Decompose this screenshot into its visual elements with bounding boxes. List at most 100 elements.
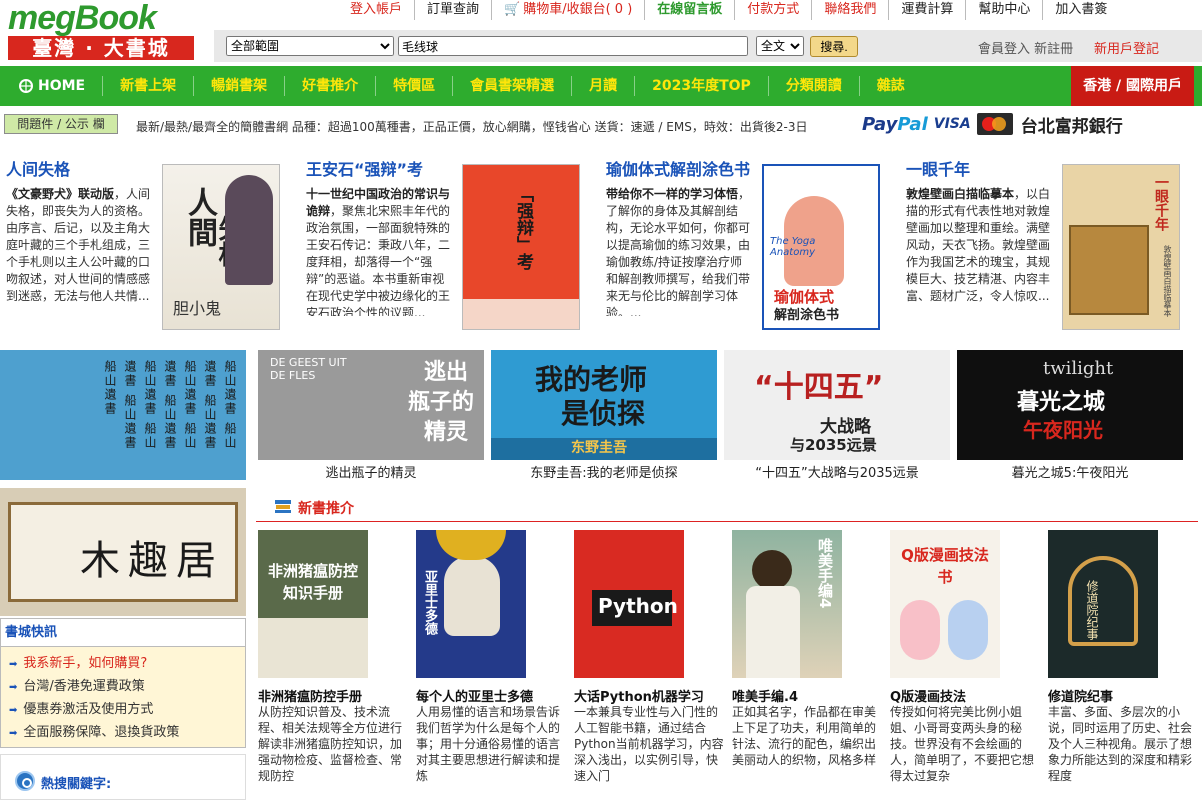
book-cover[interactable]: Python — [574, 530, 684, 678]
book-cover[interactable]: 人間 失格 胆小鬼 — [162, 164, 280, 330]
search-icon — [15, 771, 35, 791]
banner-item[interactable]: twilight 暮光之城 午夜阳光 暮光之城5:午夜阳光 — [957, 350, 1183, 481]
book-cover[interactable]: The Yoga Anatomy 瑜伽体式 解剖涂色书 — [762, 164, 880, 330]
arrow-right-icon: ➡ — [9, 659, 18, 670]
book-stack-icon — [275, 500, 291, 513]
search-scope-select[interactable]: 全部範圍 — [226, 36, 394, 56]
paypal-logo: PayPal — [862, 113, 928, 135]
bulletin-bar: 問題件 / 公示 欄 最新/最熱/最齊全的簡體書網 品種：超過100萬種書，正品… — [0, 110, 1202, 138]
news-item[interactable]: ➡ 優惠券激活及使用方式 — [9, 699, 245, 722]
new-book-title[interactable]: 修道院纪事 — [1048, 686, 1113, 705]
nav-discount[interactable]: 特價區 — [376, 76, 454, 96]
new-book-title[interactable]: 每个人的亚里士多德 — [416, 686, 533, 705]
news-item[interactable]: ➡ 我系新手，如何購買? — [9, 653, 245, 676]
new-book-desc: 传授如何将完美比例小姐姐、小哥哥变两头身的秘技。世界没有不会绘画的人，简单明了，… — [890, 705, 1035, 783]
banner-caption[interactable]: 暮光之城5:午夜阳光 — [957, 462, 1183, 481]
new-book-desc: 一本兼具专业性与入门性的人工智能书籍，通过结合Python当前机器学习，内容深入… — [574, 705, 724, 783]
book-cover[interactable]: 一眼千年 敦煌壁画白描临摹本 — [1062, 164, 1180, 330]
member-login-link[interactable]: 會員登入 新註冊 — [978, 38, 1073, 57]
book-cover[interactable]: 「强辩」考 — [462, 164, 580, 330]
bulletin-button[interactable]: 問題件 / 公示 欄 — [4, 114, 118, 134]
search-type-select[interactable]: 全文 — [756, 36, 804, 56]
banner-caption[interactable]: “十四五”大战略与2035远景 — [724, 462, 950, 481]
link-order-query[interactable]: 訂單查詢 — [415, 0, 493, 20]
new-book-desc: 从防控知识普及、技术流程、相关法规等全方位进行解读非洲猪瘟防控知识，加强动物检疫… — [258, 705, 403, 783]
book-cover[interactable]: Q版漫画技法书 — [890, 530, 1000, 678]
featured-desc: 十一世纪中国政治的常识与诡辩，聚焦北宋熙丰年代的政治氛围，一部面貌特殊的王安石传… — [306, 187, 451, 316]
link-shipping-calc[interactable]: 運費計算 — [889, 0, 967, 20]
nav-magazines[interactable]: 雜誌 — [860, 76, 922, 96]
new-book-title[interactable]: 唯美手编.4 — [732, 686, 798, 705]
logo-subtitle: 臺灣 · 大書城 — [8, 36, 194, 60]
nav-bestsellers[interactable]: 暢銷書架 — [194, 76, 286, 96]
banner-item[interactable]: “十四五” 大战略 与2035远景 “十四五”大战略与2035远景 — [724, 350, 950, 481]
featured-title[interactable]: 瑜伽体式解剖涂色书 — [606, 156, 750, 180]
banner-image: 我的老师 是侦探 东野圭吾 — [491, 350, 717, 460]
banner-image: twilight 暮光之城 午夜阳光 — [957, 350, 1183, 460]
book-cover[interactable]: 非洲猪瘟防控知识手册 — [258, 530, 368, 678]
new-book-title[interactable]: 大话Python机器学习 — [574, 686, 704, 705]
book-cover[interactable]: 修道院纪事 — [1048, 530, 1158, 678]
arrow-right-icon: ➡ — [9, 728, 18, 739]
book-cover[interactable]: 唯美手编4 — [732, 530, 842, 678]
top-header: megBook 臺灣 · 大書城 登入帳戶 訂單查詢 🛒 購物車/收銀台( 0 )… — [0, 0, 1202, 66]
nav-categories[interactable]: 分類閱讀 — [769, 76, 860, 96]
banner-item[interactable]: DE GEEST UIT DE FLES 逃出 瓶子的 精灵 逃出瓶子的精灵 — [258, 350, 484, 481]
featured-title[interactable]: 一眼千年 — [906, 156, 970, 180]
featured-desc: 带给你不一样的学习体悟，了解你的身体及其解剖结构，无论水平如何，你都可以提高瑜伽… — [606, 187, 751, 316]
nav-international-users[interactable]: 香港 / 國際用戶 — [1071, 66, 1194, 106]
cart-icon: 🛒 — [504, 2, 521, 17]
banner-caption[interactable]: 东野圭吾:我的老师是侦探 — [491, 462, 717, 481]
main-nav: HOME 新書上架 暢銷書架 好書推介 特價區 會員書架精選 月讀 2023年度… — [0, 66, 1202, 106]
nav-recommended[interactable]: 好書推介 — [285, 76, 377, 96]
fubon-bank-logo: 台北富邦銀行 — [1020, 116, 1123, 137]
featured-item[interactable]: 王安石“强辩”考 十一世纪中国政治的常识与诡辩，聚焦北宋熙丰年代的政治氛围，一部… — [300, 148, 592, 344]
arrow-right-icon: ➡ — [9, 705, 18, 716]
nav-new-books[interactable]: 新書上架 — [103, 76, 195, 96]
link-guestbook[interactable]: 在線留言板 — [645, 0, 736, 20]
arrow-right-icon: ➡ — [9, 682, 18, 693]
hot-keywords-label: 熱搜關鍵字: — [41, 777, 112, 792]
nav-home[interactable]: HOME — [0, 76, 104, 96]
news-item[interactable]: ➡ 全面服務保障、退換貨政策 — [9, 722, 245, 745]
book-cover[interactable]: 亚里士多德 — [416, 530, 526, 678]
featured-title[interactable]: 王安石“强辩”考 — [306, 156, 423, 180]
link-help[interactable]: 幫助中心 — [966, 0, 1044, 20]
nav-2023-top[interactable]: 2023年度TOP — [635, 76, 769, 96]
left-banner-top[interactable]: 船山遺書 船山遺書 船山遺書 船山遺書 船山遺書 船山遺書 船山遺書 船山遺書 … — [0, 350, 246, 480]
featured-desc: 敦煌壁画白描临摹本，以白描的形式有代表性地对敦煌壁画加以整理和重绘。满壁风动，天… — [906, 187, 1051, 303]
new-book-desc: 丰富、多面、多层次的小说，同时运用了历史、社会及个人三种视角。展示了想象力所能达… — [1048, 705, 1193, 783]
banner-image: “十四五” 大战略 与2035远景 — [724, 350, 950, 460]
site-logo[interactable]: megBook 臺灣 · 大書城 — [8, 1, 202, 60]
link-bookmark[interactable]: 加入書簽 — [1043, 0, 1119, 20]
left-banner-bottom[interactable]: 木趣居 — [0, 488, 246, 616]
link-cart[interactable]: 🛒 購物車/收銀台( 0 ) — [492, 0, 646, 20]
search-button[interactable]: 搜尋. — [810, 36, 858, 57]
new-user-signup-link[interactable]: 新用戶登記 — [1094, 38, 1159, 57]
featured-item[interactable]: 一眼千年 敦煌壁画白描临摹本，以白描的形式有代表性地对敦煌壁画加以整理和重绘。满… — [900, 148, 1192, 344]
featured-title[interactable]: 人间失格 — [6, 156, 70, 180]
news-item[interactable]: ➡ 台灣/香港免運費政策 — [9, 676, 245, 699]
nav-monthly-read[interactable]: 月讀 — [572, 76, 636, 96]
mastercard-icon — [976, 113, 1013, 135]
hot-keywords: 熱搜關鍵字: — [0, 754, 246, 800]
bulletin-text: 最新/最熱/最齊全的簡體書網 品種：超過100萬種書，正品正價，放心網購，悭钱省… — [136, 120, 808, 134]
link-contact[interactable]: 聯絡我們 — [812, 0, 890, 20]
search-input[interactable] — [398, 36, 748, 56]
featured-item[interactable]: 瑜伽体式解剖涂色书 带给你不一样的学习体悟，了解你的身体及其解剖结构，无论水平如… — [600, 148, 892, 344]
new-book-title[interactable]: Q版漫画技法 — [890, 686, 966, 705]
link-login[interactable]: 登入帳戶 — [338, 0, 416, 20]
featured-item[interactable]: 人间失格 《文豪野犬》联动版，人间失格，即丧失为人的资格。由序言、后记，以及主角… — [0, 148, 292, 344]
banner-caption[interactable]: 逃出瓶子的精灵 — [258, 462, 484, 481]
top-links: 登入帳戶 訂單查詢 🛒 購物車/收銀台( 0 ) 在線留言板 付款方式 聯絡我們 … — [338, 0, 1119, 20]
featured-books: 人间失格 《文豪野犬》联动版，人间失格，即丧失为人的资格。由序言、后记，以及主角… — [0, 148, 1202, 344]
news-title: 書城快訊 — [1, 619, 245, 647]
payment-logos: PayPal VISA 台北富邦銀行 — [862, 112, 1123, 137]
home-globe-icon — [19, 79, 33, 93]
nav-member-picks[interactable]: 會員書架精選 — [453, 76, 573, 96]
banner-text: 船山遺書 船山遺書 船山遺書 船山遺書 船山遺書 船山遺書 船山遺書 船山遺書 … — [103, 360, 237, 450]
new-book-desc: 人用易懂的语言和场景告诉我们哲学为什么是每个人的事；用十分通俗易懂的语言对其主要… — [416, 705, 561, 783]
link-payment[interactable]: 付款方式 — [735, 0, 813, 20]
banner-item[interactable]: 我的老师 是侦探 东野圭吾 东野圭吾:我的老师是侦探 — [491, 350, 717, 481]
new-book-title[interactable]: 非洲猪瘟防控手册 — [258, 686, 362, 705]
